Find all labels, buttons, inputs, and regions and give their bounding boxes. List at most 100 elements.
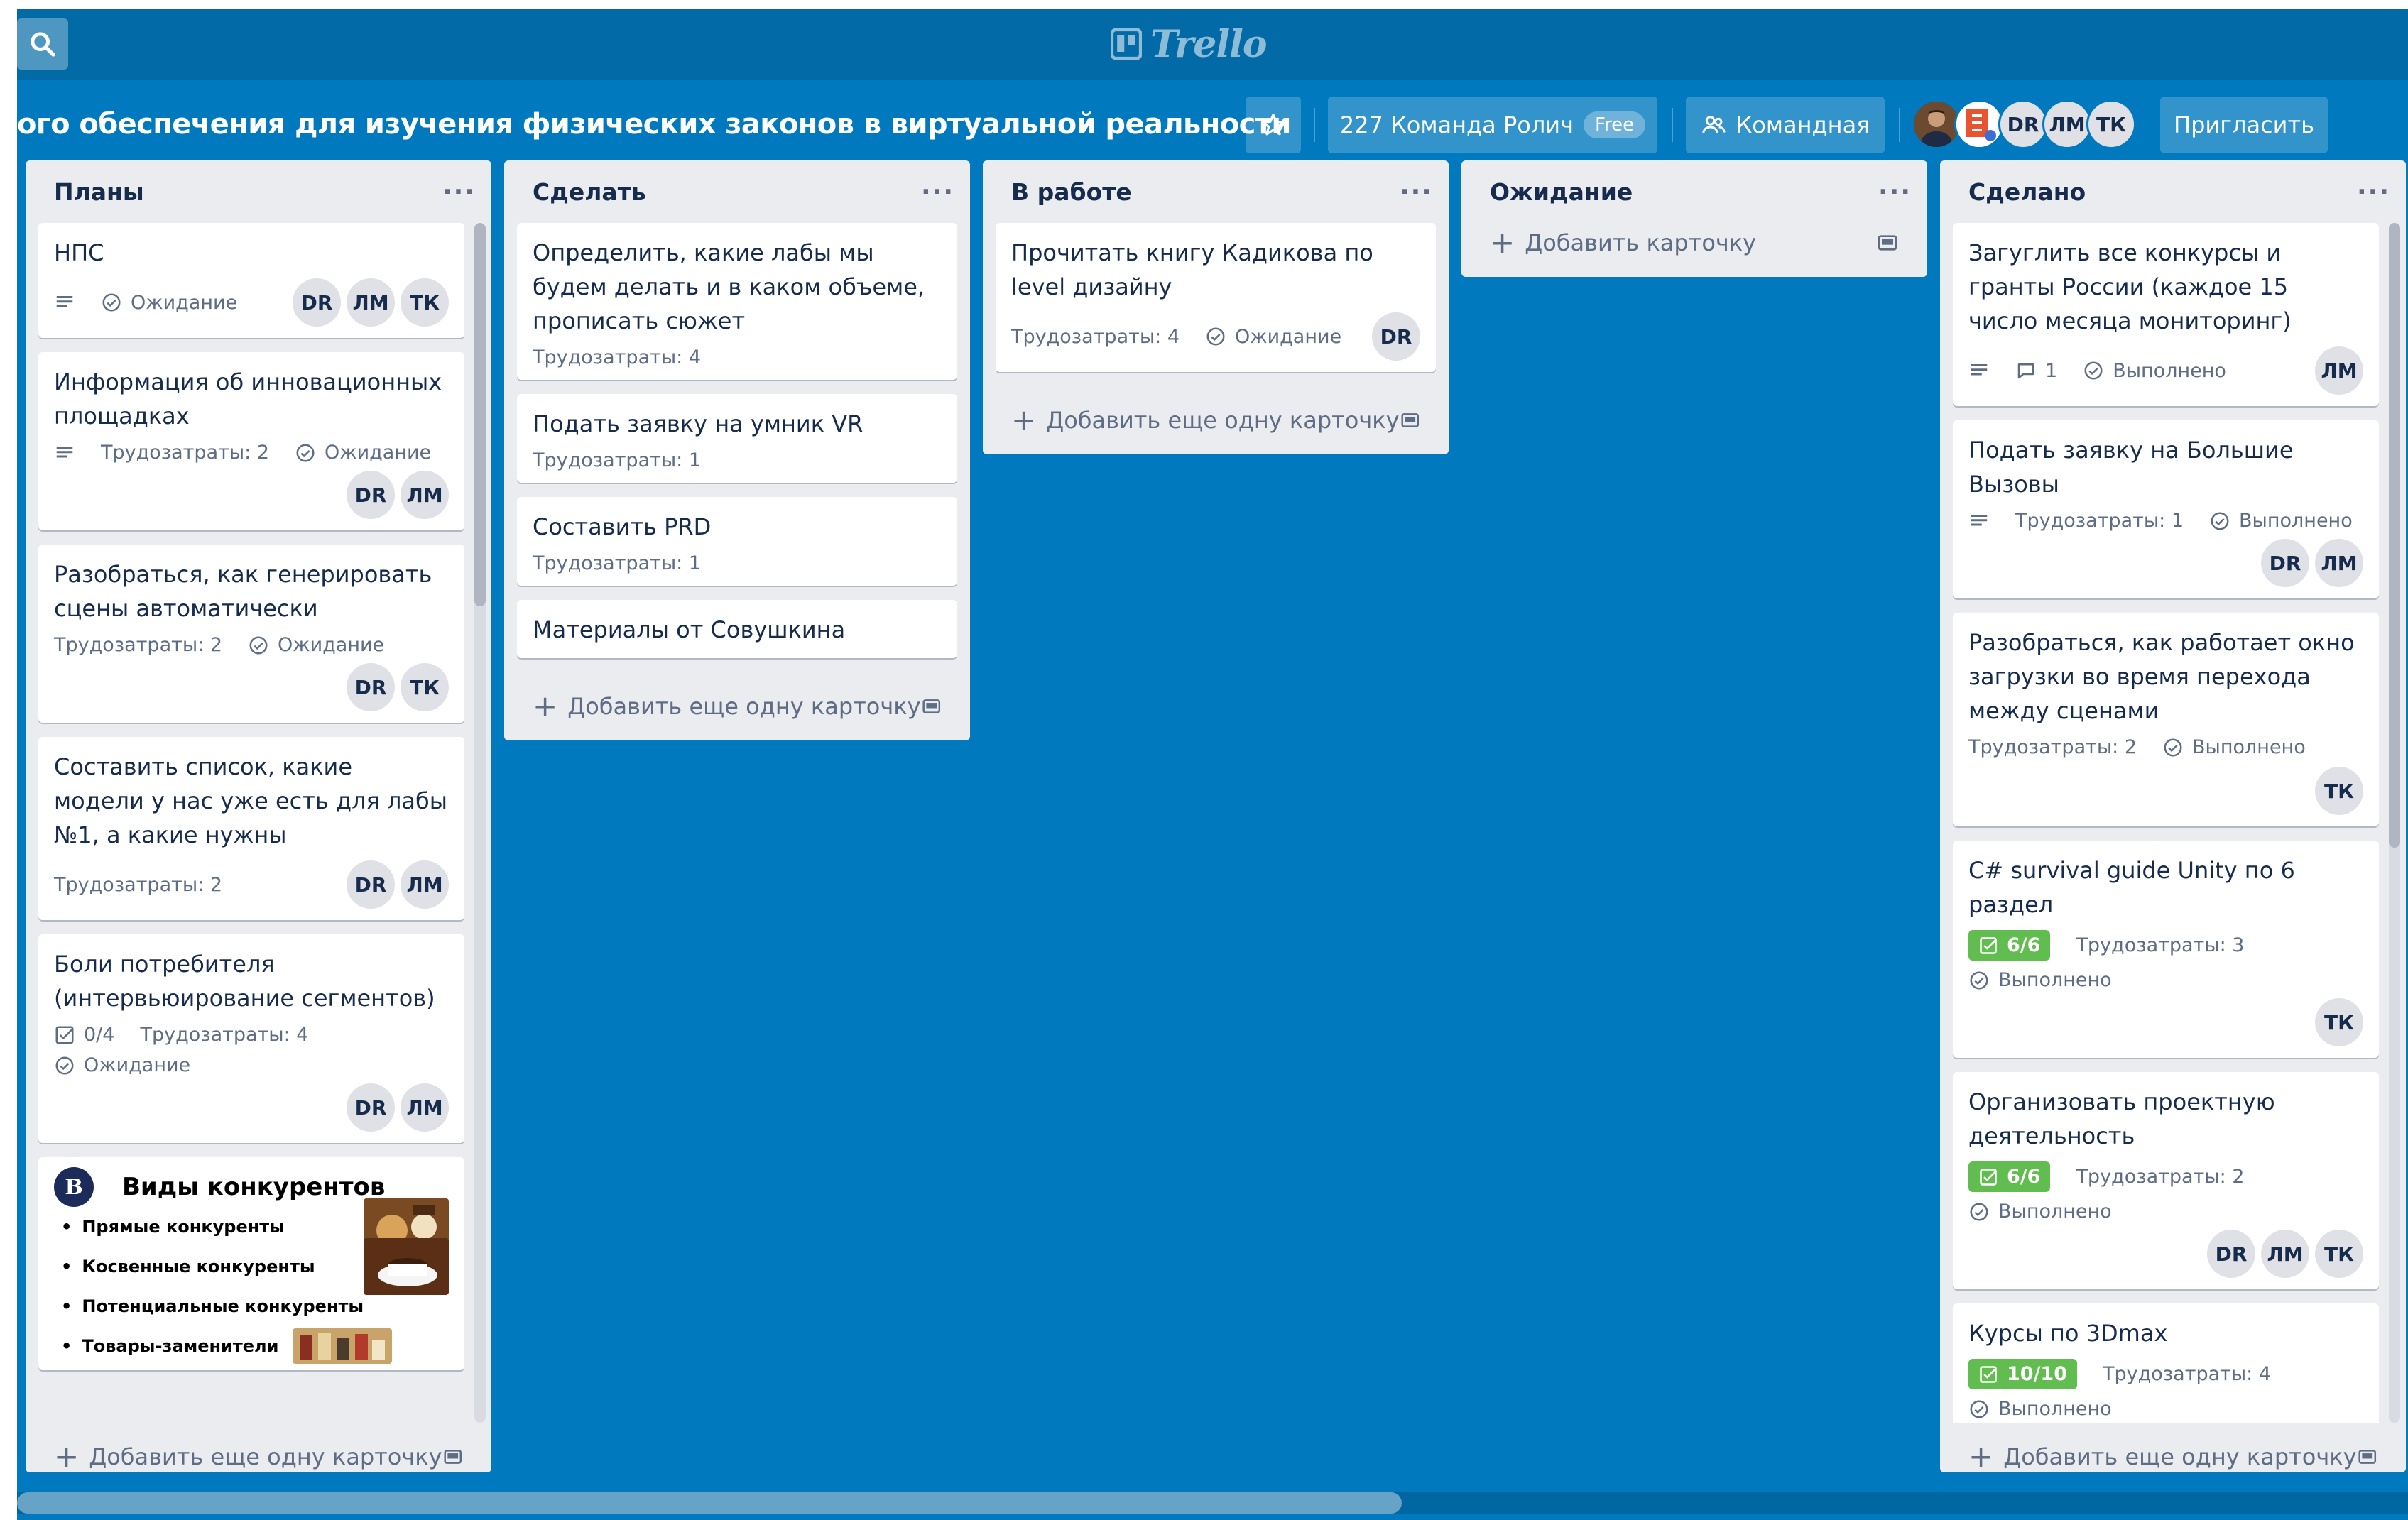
description-icon — [1971, 514, 1988, 525]
list-scrollbar[interactable] — [2389, 223, 2400, 1423]
card-3dmax-courses[interactable]: Курсы по 3Dmax 10/10 Трудозатраты: 4 Вып… — [1953, 1303, 2379, 1423]
avatar[interactable]: ЛМ — [2315, 346, 2363, 395]
list-menu-button[interactable]: ··· — [1878, 177, 1912, 207]
list-title[interactable]: В работе — [1011, 178, 1132, 206]
avatar[interactable]: DR — [347, 663, 395, 711]
card-badges: Трудозатраты: 1 Выполнено — [1968, 510, 2363, 532]
status-badge: Ожидание — [1205, 326, 1341, 348]
status-badge: Выполнено — [2209, 510, 2353, 532]
card-template-icon[interactable] — [2357, 1445, 2377, 1468]
avatar[interactable]: ЛМ — [401, 471, 449, 519]
card-template-icon[interactable] — [1400, 409, 1420, 432]
card-big-challenges[interactable]: Подать заявку на Большие Вызовы Трудозат… — [1953, 420, 2379, 598]
list-scrollbar[interactable] — [474, 223, 486, 1423]
add-card-button[interactable]: + Добавить еще одну карточку — [983, 386, 1449, 454]
card-umnik-vr[interactable]: Подать заявку на умник VR Трудозатраты: … — [517, 394, 957, 483]
member-avatar-dr[interactable]: DR — [1998, 99, 2048, 149]
list-title[interactable]: Планы — [54, 178, 144, 206]
plus-icon: + — [54, 1439, 80, 1474]
card-csharp-guide[interactable]: C# survival guide Unity по 6 раздел 6/6 … — [1953, 841, 2379, 1058]
avatar[interactable]: ТК — [2315, 1230, 2363, 1278]
card-project-activity[interactable]: Организовать проектную деятельность 6/6 … — [1953, 1072, 2379, 1289]
avatar[interactable]: DR — [347, 471, 395, 519]
user-photo-icon — [1914, 102, 1959, 147]
card-loading-window[interactable]: Разобраться, как работает окно загрузки … — [1953, 613, 2379, 826]
invite-button[interactable]: Пригласить — [2160, 97, 2328, 153]
member-avatar-photo-2[interactable] — [1954, 99, 2004, 149]
trello-logo[interactable]: Trello — [1111, 21, 1268, 67]
card-members: DR ЛМ — [1968, 539, 2363, 587]
add-card-button[interactable]: + Добавить карточку — [1461, 209, 1927, 277]
team-button[interactable]: 227 Команда Ролич Free — [1328, 97, 1657, 153]
list-title[interactable]: Ожидание — [1490, 178, 1633, 206]
card-template-icon[interactable] — [1876, 231, 1899, 254]
list-in-progress: В работе ··· Прочитать книгу Кадикова по… — [983, 160, 1449, 454]
avatar[interactable]: ЛМ — [401, 860, 449, 909]
card-nps[interactable]: НПС Ожидание DR ЛМ ТК — [38, 223, 464, 338]
star-button[interactable] — [1246, 97, 1301, 153]
search-button[interactable] — [17, 18, 68, 70]
scrollbar-thumb[interactable] — [474, 223, 486, 606]
list-menu-button[interactable]: ··· — [921, 177, 954, 207]
list-menu-button[interactable]: ··· — [1400, 177, 1433, 207]
avatar[interactable]: ТК — [2315, 767, 2363, 815]
avatar[interactable]: DR — [2207, 1230, 2255, 1278]
avatar[interactable]: ТК — [2315, 998, 2363, 1046]
avatar[interactable]: ТК — [401, 663, 449, 711]
avatar[interactable]: DR — [2261, 539, 2309, 587]
card-kadikov-book[interactable]: Прочитать книгу Кадикова по level дизайн… — [996, 223, 1436, 372]
avatar[interactable]: ЛМ — [347, 278, 395, 327]
card-customer-pains[interactable]: Боли потребителя (интервьюирование сегме… — [38, 934, 464, 1143]
card-innovation-sites[interactable]: Информация об инновационных площадках Тр… — [38, 352, 464, 530]
cover-item-text: Товары-заменители — [82, 1336, 279, 1356]
add-card-button[interactable]: + Добавить еще одну карточку — [504, 672, 970, 740]
avatar[interactable]: ТК — [401, 278, 449, 327]
card-competitor-types[interactable]: В Виды конкурентов • Прямые конкуренты • К… — [38, 1157, 464, 1370]
card-title: Разобраться, как работает окно загрузки … — [1968, 629, 2355, 724]
list-title[interactable]: Сделать — [533, 178, 646, 206]
avatar[interactable]: DR — [347, 860, 395, 909]
card-grants-search[interactable]: Загуглить все конкурсы и гранты России (… — [1953, 223, 2379, 406]
card-prd[interactable]: Составить PRD Трудозатраты: 1 — [517, 497, 957, 586]
scrollbar-thumb[interactable] — [2389, 223, 2400, 848]
plus-icon: + — [1011, 403, 1037, 437]
add-card-button[interactable]: + Добавить еще одну карточку — [26, 1423, 491, 1491]
card-badges: Трудозатраты: 2 Выполнено ТК — [1968, 736, 2363, 815]
effort-badge: Трудозатраты: 2 — [2076, 1166, 2245, 1188]
header-separator — [1314, 108, 1315, 142]
board-title[interactable]: ого обеспечения для изучения физических … — [17, 108, 1291, 141]
card-models-list[interactable]: Составить список, какие модели у нас уже… — [38, 737, 464, 920]
card-template-icon[interactable] — [442, 1445, 463, 1468]
status-text: Выполнено — [1998, 1201, 2112, 1223]
description-icon — [1971, 364, 1988, 376]
list-title[interactable]: Сделано — [1968, 178, 2086, 206]
avatar[interactable]: DR — [347, 1083, 395, 1132]
card-generate-scenes[interactable]: Разобраться, как генерировать сцены авто… — [38, 545, 464, 723]
board-horizontal-scrollbar[interactable] — [17, 1492, 2408, 1514]
card-sovushkin-materials[interactable]: Материалы от Совушкина — [517, 600, 957, 658]
member-avatar-lm[interactable]: ЛМ — [2042, 99, 2092, 149]
list-menu-button[interactable]: ··· — [442, 177, 476, 207]
scrollbar-thumb[interactable] — [17, 1492, 1402, 1514]
products-photo-icon — [293, 1328, 392, 1364]
card-badges: Трудозатраты: 2 Ожидание — [54, 634, 449, 656]
list-done: Сделано ··· Загуглить все конкурсы и гра… — [1940, 160, 2406, 1472]
member-avatar-tk[interactable]: ТК — [2086, 99, 2136, 149]
avatar[interactable]: ЛМ — [2261, 1230, 2309, 1278]
avatar[interactable]: DR — [293, 278, 341, 327]
checklist-count: 6/6 — [2007, 934, 2041, 956]
list-menu-button[interactable]: ··· — [2357, 177, 2390, 207]
plus-icon: + — [533, 689, 558, 723]
card-title: C# survival guide Unity по 6 раздел — [1968, 857, 2295, 918]
effort-badge: Трудозатраты: 3 — [2076, 934, 2245, 956]
card-template-icon[interactable] — [921, 695, 942, 718]
avatar[interactable]: DR — [1372, 312, 1420, 361]
board-header: ого обеспечения для изучения физических … — [17, 91, 2408, 162]
checklist-count: 0/4 — [84, 1024, 115, 1046]
avatar[interactable]: ЛМ — [401, 1083, 449, 1132]
card-define-labs[interactable]: Определить, какие лабы мы будем делать и… — [517, 223, 957, 380]
avatar[interactable]: ЛМ — [2315, 539, 2363, 587]
card-members: DR ЛМ ТК — [293, 278, 449, 327]
add-card-button[interactable]: + Добавить еще одну карточку — [1940, 1423, 2406, 1491]
visibility-button[interactable]: Командная — [1686, 97, 1885, 153]
